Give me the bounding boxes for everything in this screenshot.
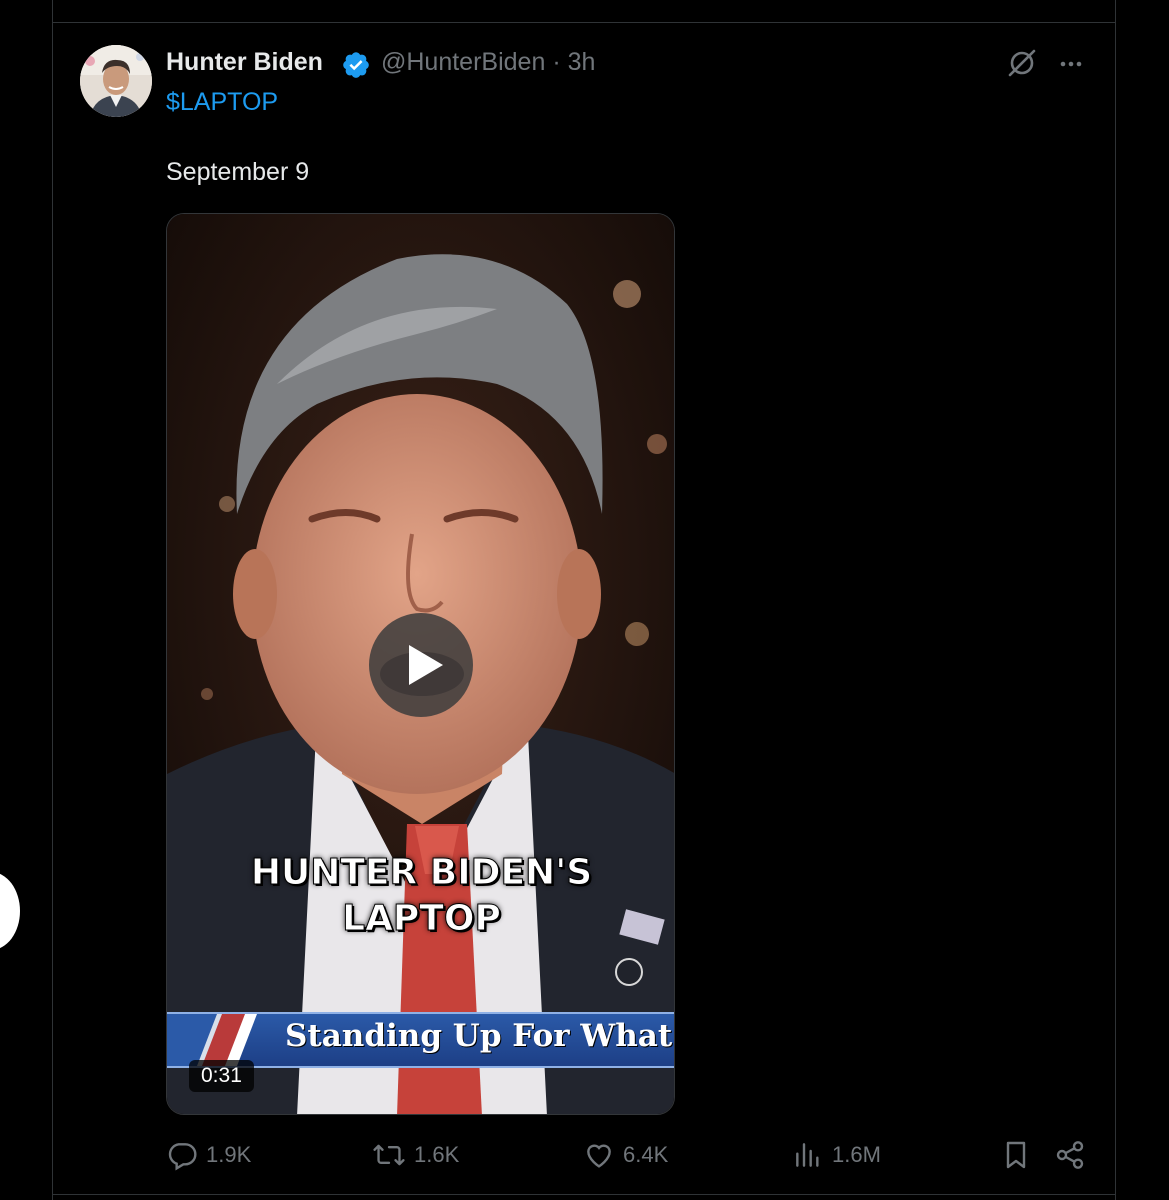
author-name[interactable]: Hunter Biden — [166, 48, 323, 77]
reply-icon — [168, 1143, 197, 1171]
side-scroll-button[interactable] — [0, 872, 20, 950]
repost-count: 1.6K — [414, 1142, 460, 1167]
play-icon — [409, 645, 443, 685]
separator-dot: · — [552, 48, 561, 76]
tweet-text: September 9 — [166, 158, 310, 186]
caption-line-1: HUNTER BIDEN'S — [250, 852, 593, 894]
like-icon — [587, 1144, 611, 1168]
view-count: 1.6M — [832, 1142, 881, 1167]
chyron-flag-graphic — [167, 1014, 257, 1066]
grok-icon[interactable] — [1005, 46, 1039, 80]
video-duration: 0:31 — [189, 1060, 254, 1092]
divider-top — [52, 22, 1116, 23]
views-icon — [796, 1143, 819, 1167]
cashtag-link[interactable]: $LAPTOP — [166, 88, 278, 117]
chyron-text: Standing Up For What's Ri — [285, 1018, 674, 1054]
play-button[interactable] — [369, 613, 473, 717]
like-button[interactable]: 6.4K — [583, 1138, 668, 1172]
video-player[interactable]: HUNTER BIDEN'S LAPTOP Standing Up For Wh… — [166, 213, 675, 1115]
more-icon[interactable] — [1056, 50, 1086, 78]
avatar[interactable] — [80, 45, 152, 117]
like-count: 6.4K — [623, 1142, 669, 1167]
timestamp[interactable]: 3h — [568, 48, 596, 76]
author-handle[interactable]: @HunterBiden — [381, 48, 545, 76]
repost-button[interactable]: 1.6K — [372, 1138, 459, 1172]
verified-badge-icon[interactable] — [341, 50, 371, 80]
caption-line-2: LAPTOP — [342, 898, 502, 940]
views-button[interactable]: 1.6M — [792, 1138, 881, 1172]
repost-icon — [373, 1144, 405, 1166]
author-handle-line[interactable]: @HunterBiden · 3h — [381, 48, 595, 77]
share-icon[interactable] — [1054, 1138, 1086, 1172]
divider-bottom — [52, 1194, 1116, 1195]
video-caption: HUNTER BIDEN'S LAPTOP — [167, 850, 674, 942]
reply-button[interactable]: 1.9K — [166, 1138, 251, 1172]
bookmark-icon[interactable] — [1000, 1138, 1032, 1172]
reply-count: 1.9K — [206, 1142, 252, 1167]
